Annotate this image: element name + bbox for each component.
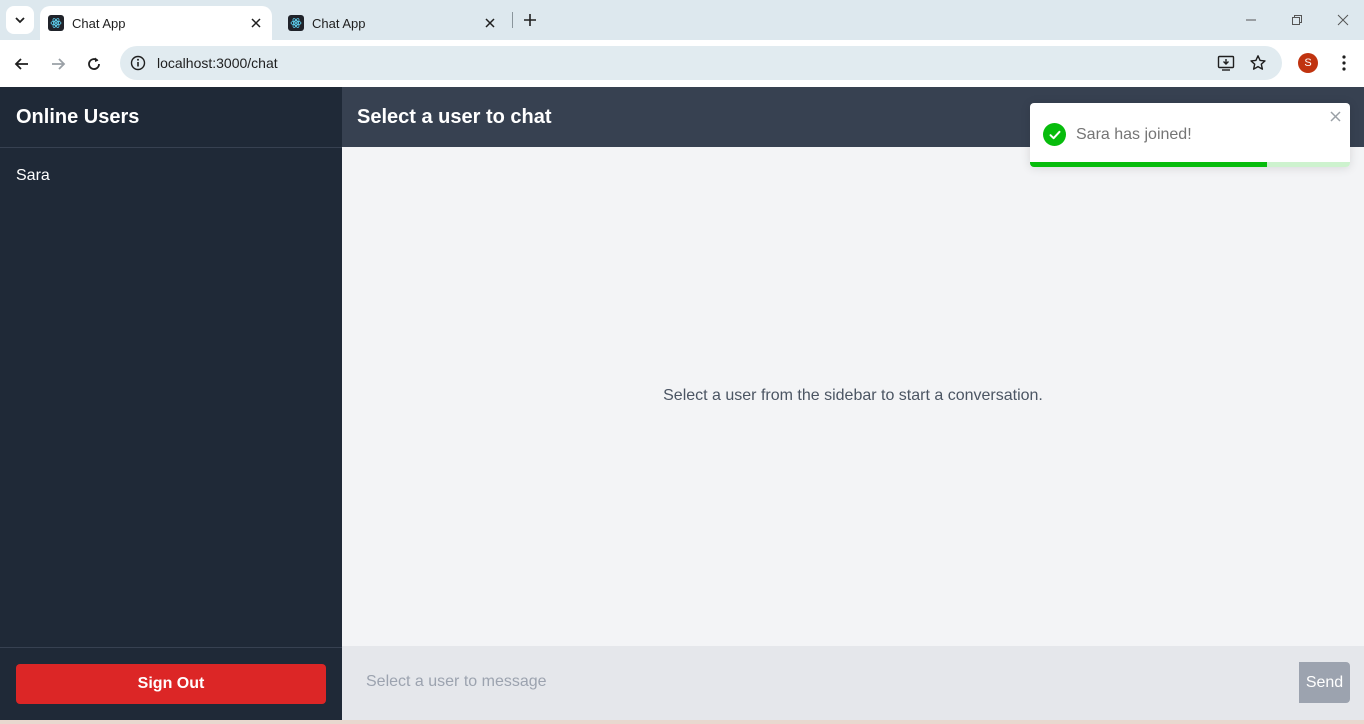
restore-icon — [1292, 15, 1302, 25]
restore-button[interactable] — [1285, 8, 1309, 32]
tab-chat-app-2[interactable]: Chat App — [280, 6, 506, 40]
plus-icon — [524, 14, 536, 26]
close-window-button[interactable] — [1331, 8, 1355, 32]
close-icon[interactable] — [248, 15, 264, 31]
bottom-edge — [0, 720, 1364, 724]
minimize-button[interactable] — [1239, 8, 1263, 32]
tab-search-button[interactable] — [6, 6, 34, 34]
tab-chat-app-1[interactable]: Chat App — [40, 6, 272, 40]
sidebar-header: Online Users — [0, 87, 342, 148]
send-button[interactable]: Send — [1299, 662, 1350, 703]
chat-title: Select a user to chat — [357, 106, 552, 128]
close-icon[interactable] — [1328, 109, 1342, 123]
arrow-left-icon — [14, 58, 28, 70]
react-icon — [288, 15, 304, 31]
tab-title: Chat App — [72, 15, 126, 31]
browser-toolbar: localhost:3000/chat S — [0, 40, 1364, 87]
url-text: localhost:3000/chat — [157, 55, 278, 71]
reload-icon — [88, 57, 100, 70]
more-menu-icon[interactable] — [1334, 52, 1354, 74]
toast-progress-bar — [1030, 162, 1267, 167]
reload-button[interactable] — [80, 50, 108, 78]
sidebar-footer: Sign Out — [0, 647, 342, 720]
address-bar[interactable]: localhost:3000/chat — [120, 46, 1282, 80]
tab-separator — [512, 12, 513, 28]
empty-state-message: Select a user from the sidebar to start … — [663, 387, 1043, 404]
info-icon[interactable] — [128, 53, 148, 73]
new-tab-button[interactable] — [518, 8, 542, 32]
browser-tabstrip: Chat App Chat App — [0, 0, 1364, 40]
bookmark-star-icon[interactable] — [1248, 53, 1268, 73]
toast-notification: Sara has joined! — [1030, 103, 1350, 167]
react-icon — [48, 15, 64, 31]
message-input[interactable] — [356, 662, 1300, 702]
message-composer: Send — [342, 646, 1364, 720]
tab-title: Chat App — [312, 15, 366, 31]
profile-avatar[interactable]: S — [1298, 53, 1318, 73]
forward-button[interactable] — [44, 50, 72, 78]
sidebar-title: Online Users — [16, 106, 140, 128]
minimize-icon — [1246, 19, 1256, 21]
chevron-down-icon — [15, 17, 25, 24]
toast-message: Sara has joined! — [1076, 126, 1192, 143]
sign-out-button[interactable]: Sign Out — [16, 664, 326, 704]
arrow-right-icon — [52, 58, 66, 70]
user-list-item[interactable]: Sara — [0, 158, 342, 194]
sidebar: Online Users Sara Sign Out — [0, 87, 342, 720]
check-circle-icon — [1043, 123, 1066, 146]
toast-progress-track — [1030, 162, 1350, 167]
close-icon — [1337, 14, 1349, 26]
chat-panel: Select a user to chat Select a user from… — [342, 87, 1364, 720]
close-icon[interactable] — [482, 15, 498, 31]
back-button[interactable] — [8, 50, 36, 78]
install-app-icon[interactable] — [1216, 53, 1236, 73]
chat-app: Online Users Sara Sign Out Select a user… — [0, 87, 1364, 720]
